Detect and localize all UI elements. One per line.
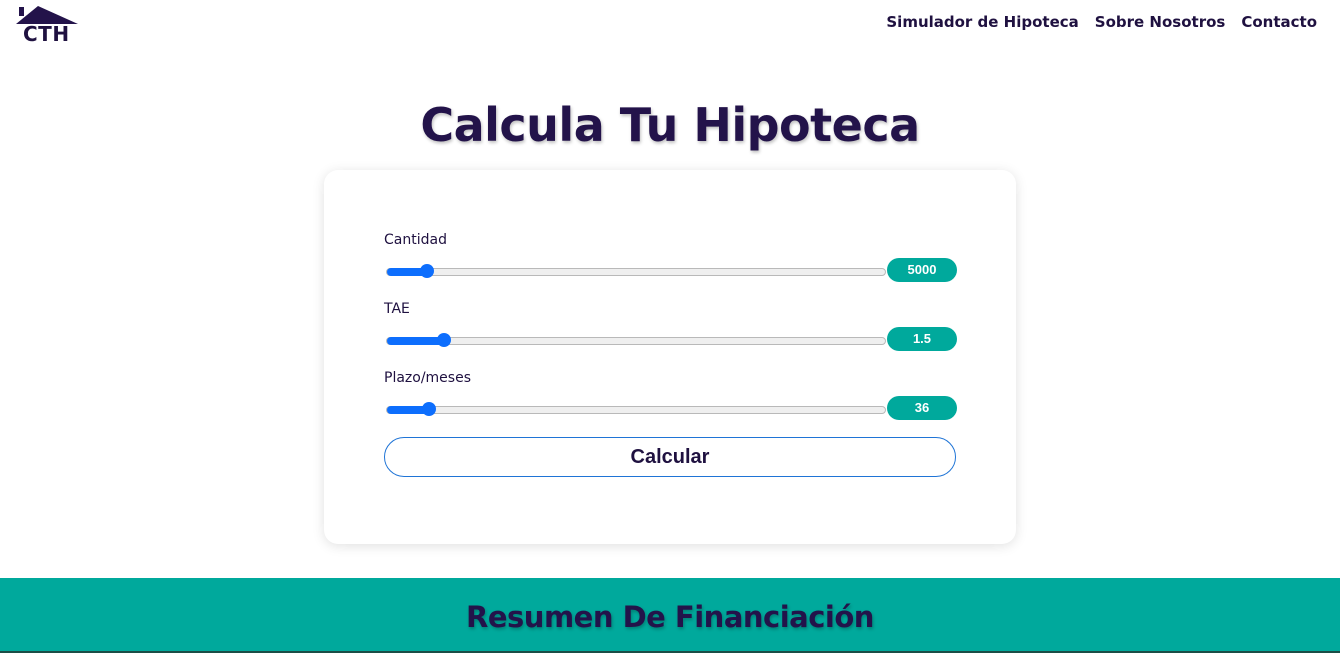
slider-thumb-tae[interactable] [437, 333, 451, 347]
mortgage-calculator-card: Cantidad 5000 TAE 1.5 Plazo/meses 36 Cal… [324, 170, 1016, 544]
nav-link-contacto[interactable]: Contacto [1241, 13, 1317, 31]
value-badge-cantidad: 5000 [887, 258, 957, 282]
summary-title: Resumen De Financiación [466, 600, 874, 634]
slider-thumb-cantidad[interactable] [420, 264, 434, 278]
page-title: Calcula Tu Hipoteca [420, 98, 920, 152]
logo[interactable]: CTH [16, 6, 78, 46]
nav-link-simulador[interactable]: Simulador de Hipoteca [886, 13, 1078, 31]
field-label-tae: TAE [384, 301, 410, 317]
value-badge-tae: 1.5 [887, 327, 957, 351]
field-label-plazo: Plazo/meses [384, 370, 471, 386]
financing-summary-section: Resumen De Financiación [0, 578, 1340, 653]
site-header: CTH Simulador de Hipoteca Sobre Nosotros… [0, 0, 1340, 48]
calcular-button[interactable]: Calcular [384, 437, 956, 477]
slider-fill-tae [387, 337, 443, 345]
field-label-cantidad: Cantidad [384, 232, 447, 248]
slider-track-tae[interactable] [386, 333, 886, 347]
logo-text: CTH [23, 22, 70, 46]
main-nav: Simulador de Hipoteca Sobre Nosotros Con… [886, 13, 1317, 31]
nav-link-sobre-nosotros[interactable]: Sobre Nosotros [1095, 13, 1226, 31]
value-badge-plazo: 36 [887, 396, 957, 420]
slider-track-plazo[interactable] [386, 402, 886, 416]
slider-track-cantidad[interactable] [386, 264, 886, 278]
slider-thumb-plazo[interactable] [422, 402, 436, 416]
